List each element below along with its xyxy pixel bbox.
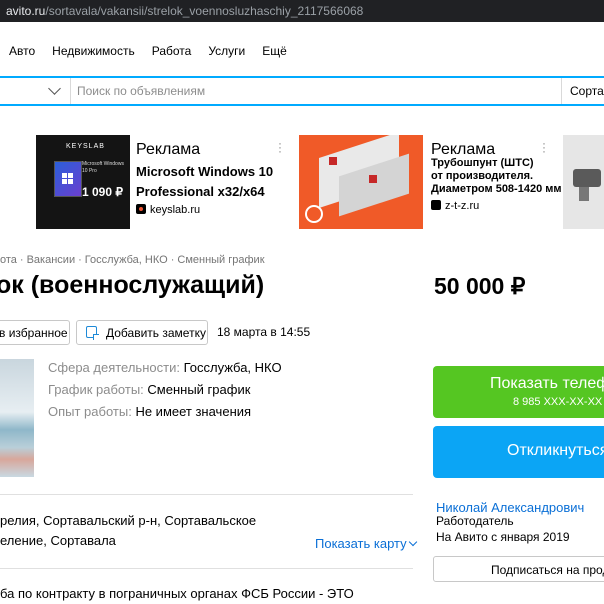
show-map-link[interactable]: Показать карту [315, 536, 418, 551]
ad-image-product: Microsoft Windows 10 Pro [82, 161, 124, 174]
breadcrumb-item[interactable]: Сменный график [177, 254, 264, 266]
param-experience: Опыт работы: Не имеет значения [48, 404, 252, 419]
keyslab-logo-icon [136, 204, 146, 214]
publish-date: 18 марта в 14:55 [217, 325, 311, 339]
reply-button[interactable]: Откликнуться [433, 426, 604, 478]
ad-menu-icon[interactable]: · · · [542, 137, 546, 157]
url-host: avito.ru [6, 4, 46, 18]
ad-image-price: 1 090 ₽ [82, 185, 123, 199]
address-bar[interactable]: avito.ru/sortavala/vakansii/strelok_voen… [0, 0, 604, 22]
seller-name-link[interactable]: Николай Александрович [436, 500, 584, 515]
nav-item-more[interactable]: Ещё [262, 44, 287, 72]
show-phone-button[interactable]: Показать телеф 8 985 XXX-XX-XX [433, 366, 604, 418]
ad-image-partial[interactable] [563, 135, 604, 229]
ad-domain[interactable]: z-t-z.ru [431, 200, 479, 212]
phone-masked: 8 985 XXX-XX-XX [513, 396, 603, 408]
nav-item-jobs[interactable]: Работа [152, 44, 192, 72]
divider [0, 568, 413, 569]
ztz-small-logo-icon [431, 200, 441, 210]
ad-title-line: Microsoft Windows 10 [136, 164, 274, 179]
nav-item-realty[interactable]: Недвижимость [52, 44, 135, 72]
ad-image-keyslab[interactable]: KEYSLAB Microsoft Windows 10 Pro 1 090 ₽ [36, 135, 130, 229]
ad-title-line: Трубошпунт (ШТС) [431, 157, 534, 169]
ztz-logo-icon [305, 205, 323, 223]
ad-image-brand: KEYSLAB [66, 143, 105, 150]
listing-photo[interactable] [0, 359, 34, 477]
top-nav: Авто Недвижимость Работа Услуги Ещё [0, 44, 304, 72]
param-schedule: График работы: Сменный график [48, 382, 251, 397]
windows-box-icon [54, 161, 82, 197]
search-input[interactable] [71, 78, 561, 104]
subscribe-label: Подписаться на прода [491, 563, 604, 577]
city-select[interactable]: Сортав [561, 78, 604, 104]
address-line: еление, Сортавала [0, 533, 116, 548]
chevron-down-icon [409, 537, 418, 547]
ad-title[interactable]: Microsoft Windows 10 Professional x32/x6… [136, 162, 273, 202]
breadcrumb: ота · Вакансии · Госслужба, НКО · Сменный граф… [0, 254, 265, 266]
reply-label: Откликнуться [507, 442, 604, 459]
breadcrumb-item[interactable]: Госслужба, НКО [85, 254, 168, 266]
breadcrumb-item[interactable]: Вакансии [27, 254, 76, 266]
ad-title-line: Диаметром 508-1420 мм [431, 183, 562, 195]
seller-role: Работодатель [436, 514, 514, 528]
page-title: ок (военнослужащий) [0, 271, 265, 299]
url-text[interactable]: avito.ru/sortavala/vakansii/strelok_voen… [6, 4, 363, 18]
ad-title-line: Professional x32/x64 [136, 184, 265, 199]
ad-image-ztz[interactable] [299, 135, 423, 229]
param-sphere: Сфера деятельности: Госслужба, НКО [48, 360, 282, 375]
nav-item-auto[interactable]: Авто [9, 44, 35, 72]
ad-menu-icon[interactable]: · · · [278, 137, 282, 157]
add-note-label: Добавить заметку [106, 326, 206, 340]
favorite-button[interactable]: в избранное [0, 320, 70, 345]
ad-domain-text: keyslab.ru [150, 204, 201, 216]
ad-domain[interactable]: keyslab.ru [136, 204, 200, 216]
seller-since: На Авито с января 2019 [436, 530, 570, 544]
description: ба по контракту в пограничных органах ФС… [0, 586, 354, 601]
ad-title-line: от производителя. [431, 170, 534, 182]
add-note-button[interactable]: Добавить заметку [76, 320, 208, 345]
ad-domain-text: z-t-z.ru [445, 200, 480, 212]
category-select[interactable] [0, 78, 71, 104]
address-line: релия, Сортавальский р-н, Сортавальское [0, 513, 257, 528]
city-label: Сортав [570, 84, 604, 98]
breadcrumb-item[interactable]: ота [0, 254, 17, 266]
show-phone-label: Показать телеф [490, 375, 604, 392]
divider [0, 494, 413, 495]
note-icon [86, 326, 99, 340]
ad-title[interactable]: Трубошпунт (ШТС) от производителя. Диаме… [431, 157, 562, 196]
subscribe-button[interactable]: Подписаться на прода [433, 556, 604, 582]
ad-label: Реклама [136, 141, 201, 158]
search-bar: Сортав [0, 76, 604, 106]
favorite-label: в избранное [0, 326, 68, 340]
nav-item-services[interactable]: Услуги [208, 44, 245, 72]
chevron-down-icon [48, 82, 61, 95]
url-path: /sortavala/vakansii/strelok_voennosluzha… [45, 4, 364, 18]
price: 50 000 ₽ [434, 273, 526, 299]
